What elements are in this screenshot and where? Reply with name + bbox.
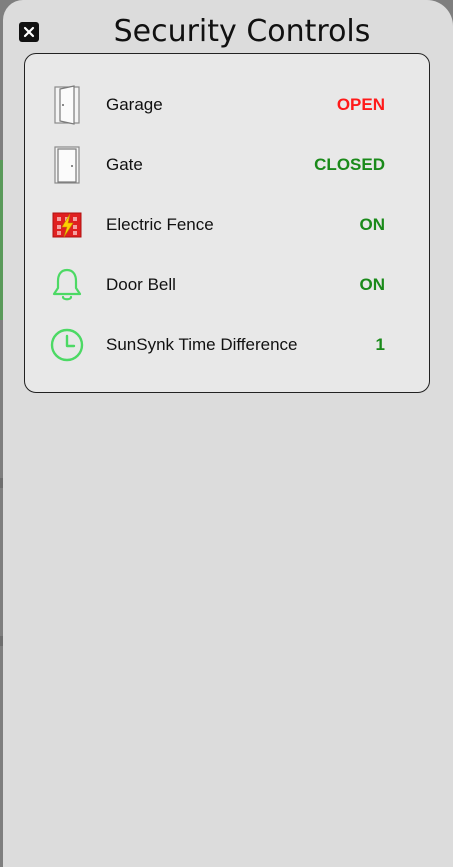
status-value: ON: [359, 215, 386, 234]
security-item-label: Gate: [106, 155, 143, 174]
security-controls-dialog: Security Controls Garage OPEN Gate CLOSE…: [3, 0, 453, 867]
clock-icon: [49, 325, 85, 365]
security-row-sunsynk-time-difference[interactable]: SunSynk Time Difference 1: [25, 315, 429, 375]
security-row-garage[interactable]: Garage OPEN: [25, 75, 429, 135]
status-value: ON: [359, 275, 386, 294]
status-value: 1: [375, 335, 385, 354]
security-item-label: Door Bell: [106, 275, 176, 294]
status-value: CLOSED: [314, 155, 385, 174]
door-closed-icon: [49, 145, 85, 185]
security-row-door-bell[interactable]: Door Bell ON: [25, 255, 429, 315]
dialog-title: Security Controls: [113, 14, 371, 49]
electric-fence-icon: [49, 205, 85, 245]
security-item-label: SunSynk Time Difference: [106, 335, 298, 354]
security-row-electric-fence[interactable]: Electric Fence ON: [25, 195, 429, 255]
security-card: Garage OPEN Gate CLOSED Electric Fence O…: [24, 53, 430, 393]
security-item-label: Garage: [106, 95, 163, 114]
security-row-gate[interactable]: Gate CLOSED: [25, 135, 429, 195]
bell-icon: [49, 265, 85, 305]
security-item-label: Electric Fence: [106, 215, 214, 234]
status-value: OPEN: [336, 95, 385, 114]
door-open-icon: [49, 85, 85, 125]
